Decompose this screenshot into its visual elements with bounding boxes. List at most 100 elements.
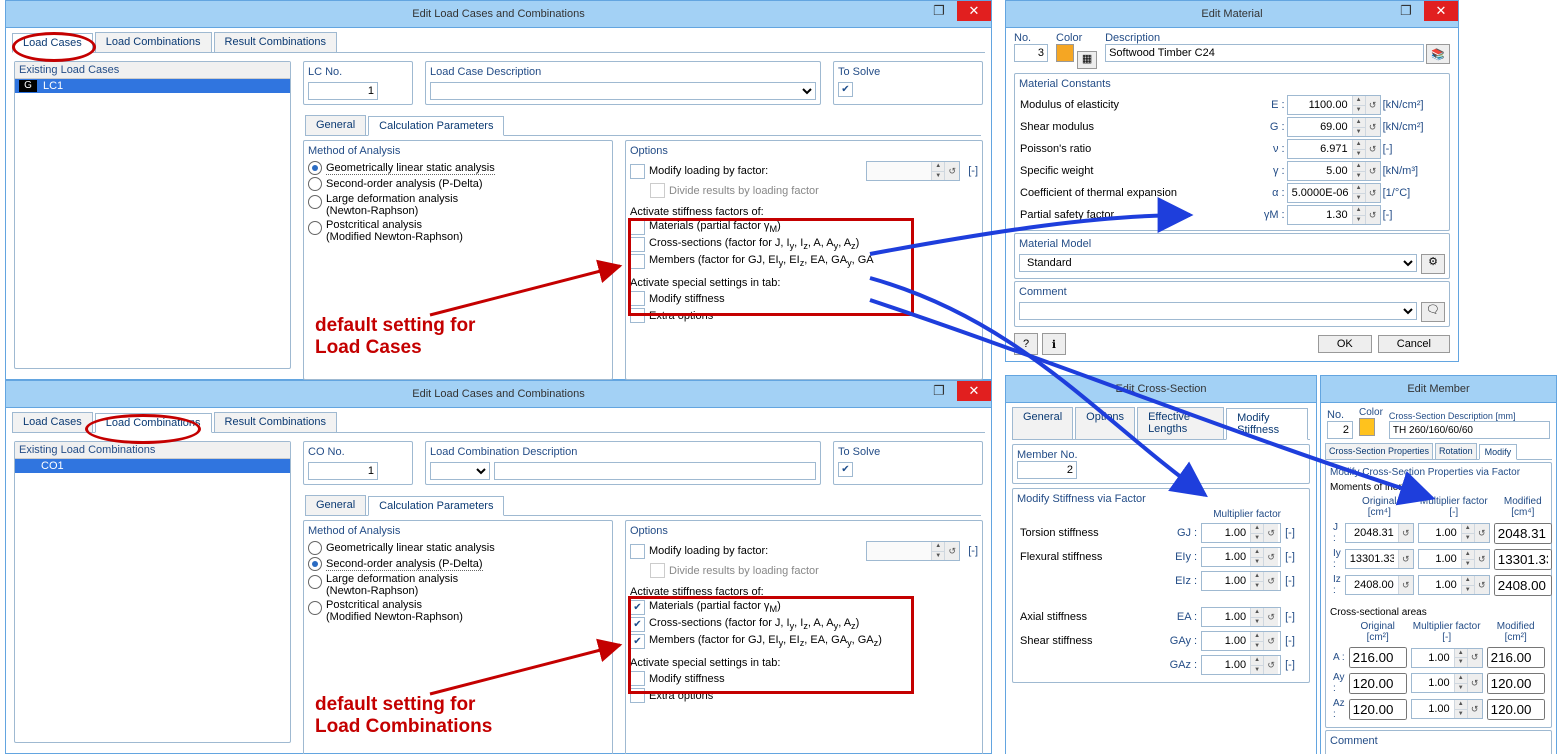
texture-icon[interactable]: ▦ [1077, 51, 1097, 69]
tab-load-combinations[interactable]: Load Combinations [95, 413, 212, 433]
Iy-orig[interactable]: ↺ [1345, 549, 1414, 569]
tab-result-combinations[interactable]: Result Combinations [214, 32, 338, 52]
J-factor[interactable]: ▲▼↺ [1418, 523, 1490, 543]
close-button[interactable]: ✕ [957, 1, 991, 21]
Iz-orig[interactable]: ↺ [1345, 575, 1414, 595]
inner-tab-calc-params[interactable]: Calculation Parameters [368, 496, 504, 516]
stiffness-cross-sections[interactable]: ✔Cross-sections (factor for J, Iy, Iz, A… [630, 617, 978, 632]
gamma-spinner[interactable]: ▲▼↺ [1287, 161, 1381, 181]
A-factor[interactable]: ▲▼↺ [1411, 648, 1483, 668]
GAz-spinner[interactable]: ▲▼↺ [1201, 655, 1281, 675]
maximize-button[interactable]: ❐ [925, 381, 953, 401]
close-button[interactable]: ✕ [957, 381, 991, 401]
list-item[interactable]: CO1 [15, 459, 290, 473]
modify-stiffness-row[interactable]: Modify stiffness [630, 291, 978, 306]
cancel-button[interactable]: Cancel [1378, 335, 1450, 353]
co-type-select[interactable] [430, 462, 490, 480]
maximize-button[interactable]: ❐ [1392, 1, 1420, 21]
method-linear[interactable]: Geometrically linear static analysis [308, 161, 608, 175]
to-solve-label: To Solve [838, 446, 978, 458]
help-button[interactable]: ? [1014, 333, 1038, 355]
color-swatch[interactable] [1359, 418, 1375, 436]
tab-load-cases[interactable]: Load Cases [12, 33, 93, 53]
to-solve-checkbox[interactable]: ✔ [838, 462, 853, 477]
Iy-factor[interactable]: ▲▼↺ [1418, 549, 1490, 569]
G-label: Shear modulus [1019, 116, 1254, 138]
comment-select[interactable] [1019, 302, 1417, 320]
color-swatch[interactable] [1056, 44, 1074, 62]
GAy-spinner[interactable]: ▲▼↺ [1201, 631, 1281, 651]
J-orig[interactable]: ↺ [1345, 523, 1414, 543]
EIz-spinner[interactable]: ▲▼↺ [1201, 571, 1281, 591]
nu-spinner[interactable]: ▲▼↺ [1287, 139, 1381, 159]
factor-spinner[interactable]: ▲▼↺ [866, 541, 960, 561]
inner-tab-general[interactable]: General [305, 115, 366, 135]
co-desc-input[interactable] [494, 462, 816, 480]
ok-button[interactable]: OK [1318, 335, 1372, 353]
tab-eff-lengths[interactable]: Effective Lengths [1137, 407, 1224, 439]
method-linear[interactable]: Geometrically linear static analysis [308, 541, 608, 555]
radio-icon [308, 575, 322, 589]
tab-cs-props[interactable]: Cross-Section Properties [1325, 443, 1433, 459]
title-text: Edit Material [1201, 8, 1262, 20]
EA-spinner[interactable]: ▲▼↺ [1201, 607, 1281, 627]
stiffness-cross-sections[interactable]: Cross-sections (factor for J, Iy, Iz, A,… [630, 237, 978, 252]
member-no-input[interactable] [1017, 461, 1077, 479]
lc-desc-select[interactable] [430, 82, 816, 100]
title-text: Edit Cross-Section [1115, 383, 1206, 395]
Iz-factor[interactable]: ▲▼↺ [1418, 575, 1490, 595]
mem-desc-input[interactable] [1389, 421, 1550, 439]
lc-no-input[interactable] [308, 82, 378, 100]
modify-loading-row[interactable]: Modify loading by factor:▲▼↺[-] [630, 161, 978, 181]
tab-options[interactable]: Options [1075, 407, 1135, 439]
extra-options-row[interactable]: Extra options [630, 688, 978, 703]
method-large-deform[interactable]: Large deformation analysis(Newton-Raphso… [308, 193, 608, 217]
list-item[interactable]: G LC1 [15, 79, 290, 93]
tab-load-cases[interactable]: Load Cases [12, 412, 93, 432]
alpha-spinner[interactable]: ▲▼↺ [1287, 183, 1381, 203]
modify-cs-props-title: Modify Cross-Section Properties via Fact… [1330, 467, 1547, 478]
tab-result-combinations[interactable]: Result Combinations [214, 412, 338, 432]
tab-load-combinations[interactable]: Load Combinations [95, 32, 212, 52]
inner-tab-calc-params[interactable]: Calculation Parameters [368, 116, 504, 136]
mat-model-props-button[interactable]: ⚙ [1421, 254, 1445, 274]
mat-model-select[interactable]: Standard [1019, 254, 1417, 272]
method-second-order[interactable]: Second-order analysis (P-Delta) [308, 177, 608, 191]
window-title: Edit Load Cases and Combinations ❐ ✕ [6, 381, 991, 408]
tab-modify-stiffness[interactable]: Modify Stiffness [1226, 408, 1308, 440]
psf-spinner[interactable]: ▲▼↺ [1287, 205, 1381, 225]
stiffness-members[interactable]: ✔Members (factor for GJ, EIy, EIz, EA, G… [630, 634, 978, 649]
comment-button[interactable]: 🗨 [1421, 302, 1445, 322]
extra-options-row[interactable]: Extra options [630, 308, 978, 323]
tab-modify[interactable]: Modify [1479, 444, 1518, 460]
stiffness-materials[interactable]: ✔Materials (partial factor γM) [630, 600, 978, 615]
modify-loading-row[interactable]: Modify loading by factor:▲▼↺[-] [630, 541, 978, 561]
edit-member-window: Edit Member No. Color Cross-Section Desc… [1320, 375, 1557, 754]
co-no-input[interactable] [308, 462, 378, 480]
method-postcritical[interactable]: Postcritical analysis(Modified Newton-Ra… [308, 219, 608, 243]
info-button[interactable]: ℹ [1042, 333, 1066, 355]
Az-factor[interactable]: ▲▼↺ [1411, 699, 1483, 719]
GJ-spinner[interactable]: ▲▼↺ [1201, 523, 1281, 543]
tab-rotation[interactable]: Rotation [1435, 443, 1477, 459]
mem-no-input[interactable] [1327, 421, 1353, 439]
inner-tab-general[interactable]: General [305, 495, 366, 515]
mat-desc-input[interactable] [1105, 44, 1424, 62]
close-button[interactable]: ✕ [1424, 1, 1458, 21]
modify-stiffness-row[interactable]: Modify stiffness [630, 671, 978, 686]
stiffness-members[interactable]: Members (factor for GJ, EIy, EIz, EA, GA… [630, 254, 978, 269]
Ay-factor[interactable]: ▲▼↺ [1411, 673, 1483, 693]
method-second-order[interactable]: Second-order analysis (P-Delta) [308, 557, 608, 571]
G-spinner[interactable]: ▲▼↺ [1287, 117, 1381, 137]
to-solve-checkbox[interactable]: ✔ [838, 82, 853, 97]
stiffness-materials[interactable]: Materials (partial factor γM) [630, 220, 978, 235]
E-spinner[interactable]: ▲▼↺ [1287, 95, 1381, 115]
mat-no-input[interactable] [1014, 44, 1048, 62]
factor-spinner[interactable]: ▲▼↺ [866, 161, 960, 181]
maximize-button[interactable]: ❐ [925, 1, 953, 21]
library-button[interactable]: 📚 [1426, 44, 1450, 64]
EIy-spinner[interactable]: ▲▼↺ [1201, 547, 1281, 567]
method-postcritical[interactable]: Postcritical analysis(Modified Newton-Ra… [308, 599, 608, 623]
tab-general[interactable]: General [1012, 407, 1073, 439]
method-large-deform[interactable]: Large deformation analysis(Newton-Raphso… [308, 573, 608, 597]
